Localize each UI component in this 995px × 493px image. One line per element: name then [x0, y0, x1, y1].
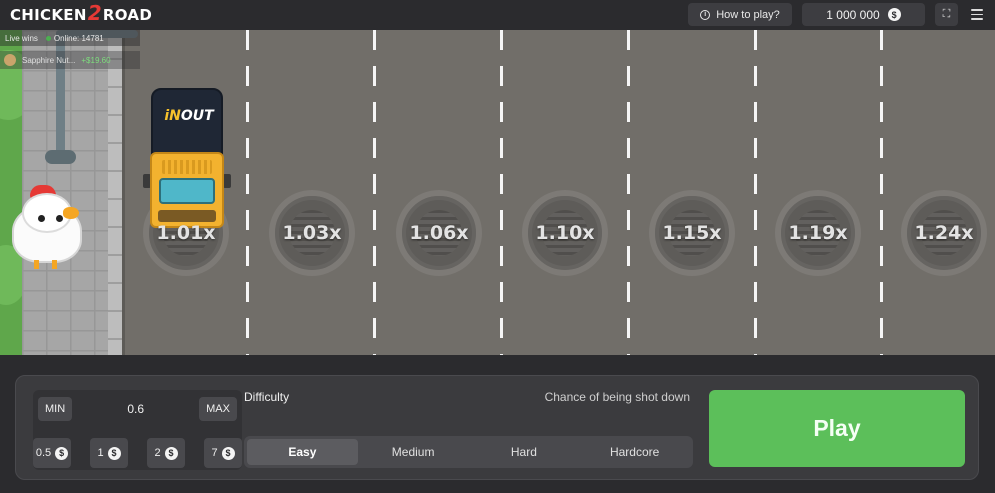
truck-grille: [162, 160, 212, 174]
how-to-play-label: How to play?: [716, 8, 780, 21]
truck-mirror: [223, 174, 231, 188]
dollar-coin-icon: $: [221, 446, 235, 460]
live-wins-label: Live wins: [5, 33, 38, 43]
fullscreen-icon: ⛶: [942, 8, 951, 20]
dollar-coin-icon: $: [164, 446, 178, 460]
bet-amount-box: MIN 0.6 MAX 0.5 $ 1 $ 2 $ 7 $: [33, 390, 242, 470]
online-dot-icon: [45, 35, 51, 41]
dollar-coin-icon: $: [107, 446, 121, 460]
dollar-coin-icon: $: [55, 446, 69, 460]
multiplier-manhole[interactable]: 1.03x: [269, 190, 355, 276]
street-lamp-pole: [56, 30, 65, 158]
online-count: Online: 14781: [45, 34, 104, 43]
chicken-eye: [56, 215, 63, 222]
multiplier-label: 1.19x: [788, 222, 848, 244]
difficulty-easy[interactable]: Easy: [247, 439, 358, 465]
multiplier-label: 1.10x: [535, 222, 595, 244]
lane-divider: [880, 30, 883, 355]
chicken-player: [8, 185, 90, 269]
street-lamp-base: [45, 150, 76, 164]
game-logo: CHICKEN 2 ROAD: [10, 1, 153, 26]
lane-divider: [500, 30, 503, 355]
curb-edge: [122, 30, 125, 355]
lane-divider: [627, 30, 630, 355]
quick-bet-row: 0.5 $ 1 $ 2 $ 7 $: [33, 438, 242, 468]
play-button[interactable]: Play: [709, 390, 965, 467]
balance-amount: 1 000 000: [826, 7, 880, 22]
multiplier-manhole[interactable]: 1.06x: [396, 190, 482, 276]
quick-bet-button[interactable]: 2 $: [147, 438, 185, 468]
fullscreen-button[interactable]: ⛶: [935, 3, 958, 26]
chicken-beak: [63, 207, 79, 219]
difficulty-medium[interactable]: Medium: [358, 439, 469, 465]
truck-cab: [150, 152, 224, 228]
quick-bet-button[interactable]: 1 $: [90, 438, 128, 468]
how-to-play-button[interactable]: i How to play?: [688, 3, 792, 26]
min-bet-button[interactable]: MIN: [38, 397, 73, 421]
road-scene: 1.01x 1.03x 1.06x 1.10x 1.15x 1.19x 1.24…: [0, 30, 995, 355]
multiplier-manhole[interactable]: 1.15x: [649, 190, 735, 276]
truck-logo: iNOUT: [164, 108, 214, 124]
recent-win-user: Sapphire Nut...: [22, 55, 76, 65]
control-panel: MIN 0.6 MAX 0.5 $ 1 $ 2 $ 7 $ Difficulty Cha…: [15, 375, 979, 480]
truck-windshield: [159, 178, 215, 204]
difficulty-hardcore[interactable]: Hardcore: [579, 439, 690, 465]
chance-label: Chance of being shot down: [544, 390, 690, 404]
chicken-eye: [38, 215, 45, 222]
quick-bet-button[interactable]: 0.5 $: [33, 438, 71, 468]
truck-cargo-box: iNOUT: [151, 88, 223, 156]
max-bet-button[interactable]: MAX: [199, 397, 237, 421]
bet-stepper: MIN 0.6 MAX: [38, 396, 237, 422]
recent-win-item: Sapphire Nut... +$19.60: [0, 51, 140, 69]
chicken-leg: [34, 260, 39, 269]
difficulty-selector: Easy Medium Hard Hardcore: [244, 436, 693, 468]
difficulty-label: Difficulty: [244, 390, 290, 404]
lane-divider: [246, 30, 249, 355]
menu-button[interactable]: [966, 3, 988, 26]
bet-amount-input[interactable]: 0.6: [127, 402, 144, 416]
logo-text-two: 2: [87, 1, 102, 25]
recent-win-amount: +$19.60: [81, 55, 111, 65]
chicken-leg: [52, 260, 57, 269]
truck-bumper: [158, 210, 216, 222]
dollar-coin-icon: $: [887, 8, 901, 21]
multiplier-manhole[interactable]: 1.24x: [901, 190, 987, 276]
lane-divider: [754, 30, 757, 355]
multiplier-manhole[interactable]: 1.19x: [775, 190, 861, 276]
avatar: [4, 54, 16, 66]
lane-divider: [373, 30, 376, 355]
top-bar: CHICKEN 2 ROAD i How to play? 1 000 000 …: [0, 0, 995, 30]
multiplier-label: 1.24x: [914, 222, 974, 244]
quick-bet-button[interactable]: 7 $: [204, 438, 242, 468]
game-root: CHICKEN 2 ROAD i How to play? 1 000 000 …: [0, 0, 995, 493]
logo-text-road: ROAD: [102, 6, 153, 24]
logo-text-chicken: CHICKEN: [10, 6, 87, 24]
multiplier-label: 1.15x: [662, 222, 722, 244]
hamburger-icon: [971, 9, 983, 11]
balance-display: 1 000 000 $: [802, 3, 925, 26]
info-icon: i: [700, 9, 711, 20]
live-wins-bar: Live wins Online: 14781: [0, 30, 140, 46]
multiplier-manhole[interactable]: 1.10x: [522, 190, 608, 276]
multiplier-label: 1.01x: [156, 222, 216, 244]
multiplier-label: 1.03x: [282, 222, 342, 244]
delivery-truck: iNOUT: [143, 88, 231, 230]
multiplier-label: 1.06x: [409, 222, 469, 244]
difficulty-hard[interactable]: Hard: [469, 439, 580, 465]
